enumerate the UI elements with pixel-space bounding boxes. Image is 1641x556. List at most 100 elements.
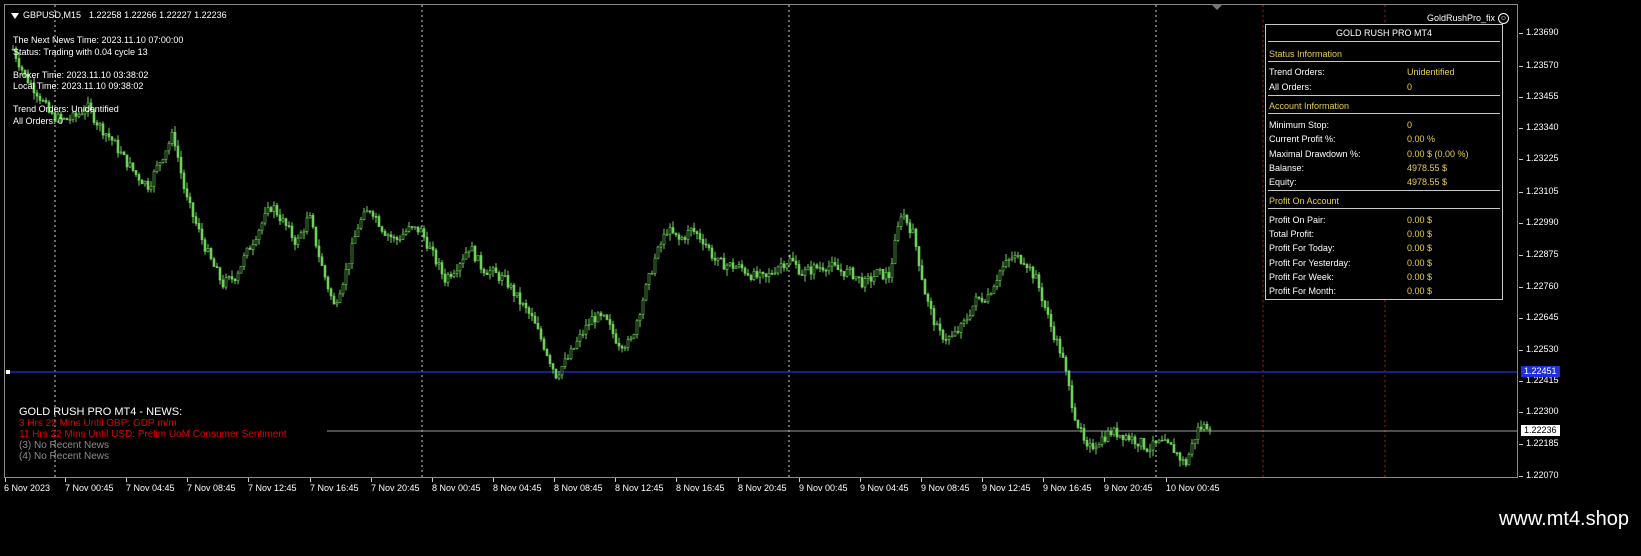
panel-row: Equity: 4978.55 $ [1269,177,1499,189]
candle-body [491,267,495,272]
candle-body [275,205,279,216]
row-value: 0.00 % [1407,134,1436,144]
price-label: 1.23455 [1526,91,1559,101]
time-axis[interactable]: 6 Nov 2023 7 Nov 00:45 7 Nov 04:45 7 Nov… [0,478,1518,498]
candle-body [1160,439,1164,442]
time-label: 7 Nov 08:45 [187,483,236,493]
candle-body [485,272,489,275]
candle-body [449,274,453,277]
row-value: 0 [1407,120,1413,130]
candle-body [755,270,759,278]
candle-body [983,301,987,303]
time-label: 7 Nov 16:45 [310,483,359,493]
candle-body [923,279,927,295]
row-label: Profit For Week: [1269,272,1334,282]
candle-body [380,226,384,232]
row-value: 4978.55 $ [1407,177,1448,187]
price-axis[interactable]: 1.23690 1.23570 1.23455 1.23340 1.23225 … [1518,4,1641,480]
price-tick [1519,33,1523,34]
candle-body [593,316,597,323]
candle-body [179,156,183,174]
candle-body [998,270,1002,281]
candle-body [740,264,744,269]
candle-body [905,214,909,224]
row-value: 0.00 $ (0.00 %) [1407,149,1469,159]
candle-body [1169,442,1173,445]
candle-body [686,230,690,240]
candle-body [458,263,462,272]
row-label: Trend Orders: [1269,67,1325,77]
candle-body [878,269,882,271]
time-tick [982,478,983,482]
candle-body [650,273,654,275]
candle-body [875,269,879,277]
candle-body [1040,287,1044,302]
price-label: 1.23340 [1526,122,1559,132]
candle-body [683,237,687,240]
candle-body [866,276,870,279]
candle-body [698,233,702,240]
candle-body [140,179,144,185]
row-label: All Orders: [1269,82,1312,92]
price-tick [1519,255,1523,256]
candle-body [1199,426,1203,430]
candle-body [638,314,642,322]
candle-body [212,258,216,267]
candle-body [143,180,147,185]
footer: www.mt4.shop [0,498,1641,556]
candle-body [413,226,417,229]
candle-body [497,272,501,281]
time-label: 7 Nov 20:45 [371,483,420,493]
candle-body [857,276,861,278]
panel-divider [1268,208,1500,209]
expert-advisor-badge[interactable]: GoldRushPro_fix ☺ [1427,13,1509,24]
row-value: 0 [1407,82,1413,92]
candle-body [695,231,699,234]
candle-body [605,314,609,320]
candle-body [476,255,480,262]
candle-body [1001,266,1005,272]
panel-row: Minimum Stop: 0 [1269,120,1499,132]
price-label: 1.22760 [1526,281,1559,291]
price-tick [1519,97,1523,98]
time-tick [371,478,372,482]
candle-body [185,188,189,198]
time-tick [126,478,127,482]
candle-body [188,196,192,204]
candle-body [440,262,444,275]
candle-body [830,262,834,267]
panel-row: Balanse: 4978.55 $ [1269,163,1499,175]
candle-body [1205,423,1209,430]
candle-body [1157,439,1161,444]
row-value: 0.00 $ [1407,215,1433,225]
candle-body [443,273,447,283]
candle-body [509,284,513,288]
candle-body [320,256,324,266]
row-value: 4978.55 $ [1407,163,1448,173]
candle-body [1136,443,1140,447]
chart-shift-marker-icon[interactable] [1211,4,1223,10]
row-label: Profit For Month: [1269,286,1337,296]
panel-divider [1268,190,1500,191]
candle-body [227,276,231,279]
time-tick [310,478,311,482]
candle-body [1094,446,1098,450]
candle-body [827,265,831,272]
dropdown-triangle-icon[interactable] [11,12,19,19]
hline-anchor-handle [6,370,10,374]
candle-body [737,264,741,268]
candle-body [749,274,753,280]
candle-body [974,296,978,307]
broker-time: Broker Time: 2023.11.10 03:38:02 [13,69,149,80]
candle-body [1190,443,1194,455]
candle-body [464,252,468,260]
candle-body [758,271,762,278]
candle-body [1154,440,1158,444]
candle-body [716,257,720,261]
row-label: Maximal Drawdown %: [1269,149,1361,159]
local-time: Local Time: 2023.11.10 09:38:02 [13,81,144,91]
time-tick [860,478,861,482]
candle-body [296,237,300,245]
candle-body [1118,434,1122,438]
candle-body [221,279,225,288]
